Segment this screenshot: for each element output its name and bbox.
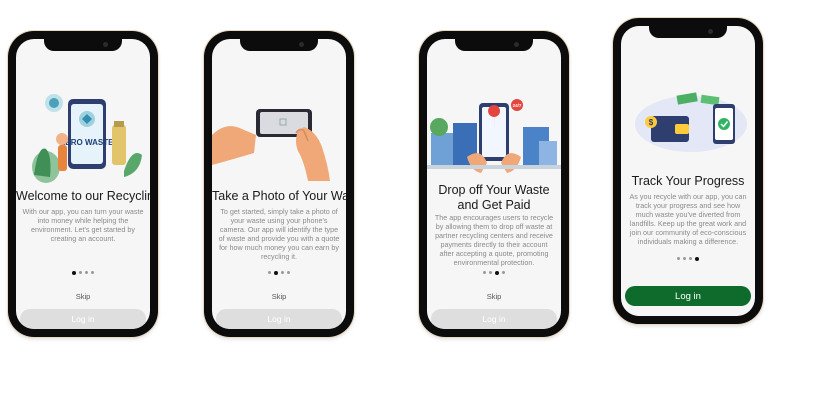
phone-frame-welcome: ZERO WASTE Welcome to our Recycling App … <box>8 31 158 337</box>
page-dot <box>72 270 76 275</box>
notch <box>455 39 533 51</box>
page-dot <box>281 271 284 274</box>
notch <box>240 39 318 51</box>
page-dot <box>85 271 88 274</box>
screen-description: To get started, simply take a photo of y… <box>218 207 340 261</box>
login-button[interactable]: Log in <box>216 309 342 329</box>
login-button[interactable]: Log in <box>20 309 146 329</box>
login-button[interactable]: Log in <box>431 309 557 329</box>
page-dot <box>483 271 486 274</box>
onboarding-screen-take-photo: Take a Photo of Your Waste To get starte… <box>212 39 346 329</box>
skip-link[interactable]: Skip <box>16 292 150 301</box>
page-dot <box>695 256 699 261</box>
page-indicator <box>427 270 561 275</box>
zero-waste-phone-illustration-icon: ZERO WASTE <box>32 94 142 183</box>
wallet-money-phone-illustration-icon: $ <box>635 92 747 152</box>
screen-title: Track Your Progress <box>631 174 745 188</box>
page-dot <box>287 271 290 274</box>
screen-title: Take a Photo of Your Waste <box>212 189 346 203</box>
page-dot <box>91 271 94 274</box>
page-dot <box>274 270 278 275</box>
page-dot <box>495 270 499 275</box>
skip-link[interactable]: Skip <box>212 292 346 301</box>
phone-frame-take-photo: Take a Photo of Your Waste To get starte… <box>204 31 354 337</box>
screen-title: Drop off Your Waste and Get Paid <box>438 183 550 212</box>
page-dot <box>79 271 82 274</box>
phone-frame-drop-off: 24/7 Drop off Your Waste and Get Paid Th… <box>419 31 569 337</box>
page-dot <box>683 257 686 260</box>
screen-description: As you recycle with our app, you can tra… <box>629 192 747 246</box>
page-indicator <box>16 270 150 275</box>
open-24-7-label: 24/7 <box>513 103 522 108</box>
page-dot <box>677 257 680 260</box>
phone-frame-track-progress: $ Track Your Progress As you recycle wit… <box>613 18 763 324</box>
page-dot <box>489 271 492 274</box>
page-dot <box>268 271 271 274</box>
zero-waste-label: ZERO WASTE <box>61 138 115 147</box>
login-button[interactable]: Log in <box>625 286 751 306</box>
onboarding-screen-drop-off: 24/7 Drop off Your Waste and Get Paid Th… <box>427 39 561 329</box>
hands-holding-phone-illustration-icon <box>212 109 330 181</box>
screen-description: The app encourages users to recycle by a… <box>434 213 554 267</box>
notch <box>44 39 122 51</box>
dollar-sign: $ <box>649 118 654 127</box>
skip-link[interactable]: Skip <box>427 292 561 301</box>
onboarding-screen-track-progress: $ Track Your Progress As you recycle wit… <box>621 26 755 316</box>
onboarding-screen-welcome: ZERO WASTE Welcome to our Recycling App … <box>16 39 150 329</box>
page-dot <box>502 271 505 274</box>
screen-description: With our app, you can turn your waste in… <box>22 207 144 243</box>
page-indicator <box>212 270 346 275</box>
city-map-phone-illustration-icon: 24/7 <box>427 99 561 173</box>
notch <box>649 26 727 38</box>
page-indicator <box>621 256 755 261</box>
page-dot <box>689 257 692 260</box>
screen-title: Welcome to our Recycling App <box>16 189 150 203</box>
